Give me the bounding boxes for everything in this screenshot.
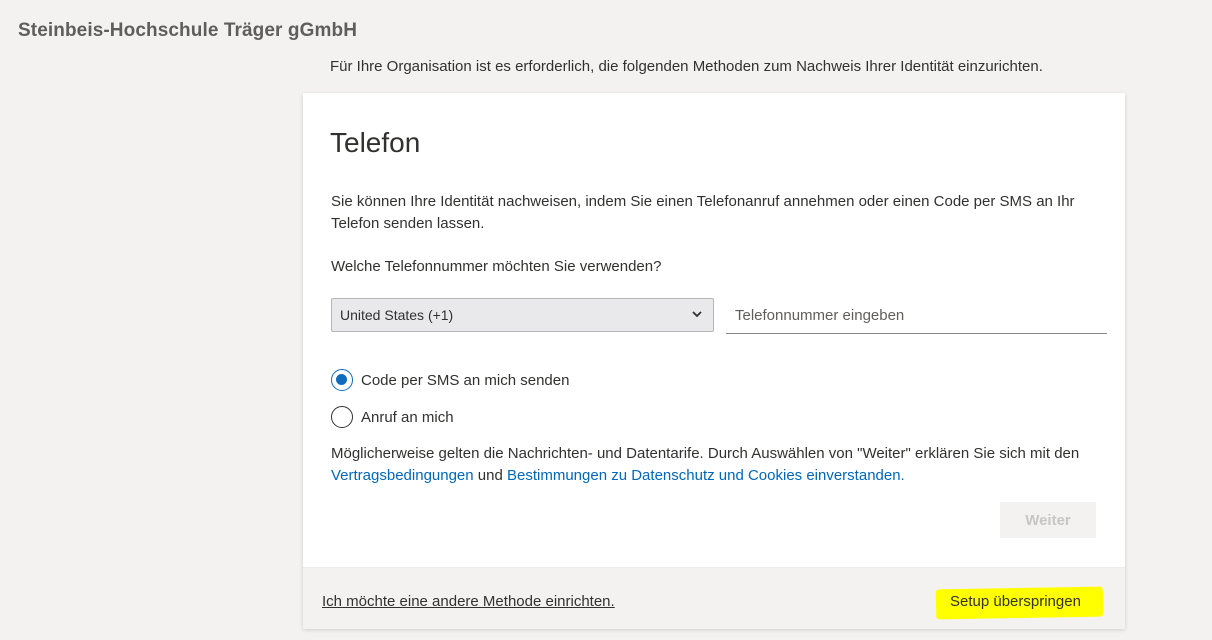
- privacy-link[interactable]: Bestimmungen zu Datenschutz und Cookies …: [507, 467, 905, 484]
- terms-link[interactable]: Vertragsbedingungen: [331, 467, 474, 484]
- intro-text: Für Ihre Organisation ist es erforderlic…: [330, 58, 1043, 75]
- card-body: Telefon Sie können Ihre Identität nachwe…: [303, 93, 1125, 567]
- radio-sms-option[interactable]: Code per SMS an mich senden: [331, 369, 569, 391]
- phone-setup-card: Telefon Sie können Ihre Identität nachwe…: [303, 93, 1125, 629]
- other-method-link[interactable]: Ich möchte eine andere Methode einrichte…: [322, 593, 615, 610]
- legal-middle: und: [473, 467, 507, 484]
- phone-question: Welche Telefonnummer möchten Sie verwend…: [331, 258, 662, 275]
- phone-number-input[interactable]: [726, 298, 1107, 334]
- radio-sms-label: Code per SMS an mich senden: [361, 371, 570, 389]
- country-code-select[interactable]: United States (+1): [331, 298, 714, 332]
- country-code-selected: United States (+1): [340, 307, 454, 323]
- chevron-down-icon: [692, 311, 702, 318]
- top-bar: Steinbeis-Hochschule Träger gGmbH: [0, 0, 1212, 60]
- card-description: Sie können Ihre Identität nachweisen, in…: [331, 193, 1075, 232]
- card-footer: Ich möchte eine andere Methode einrichte…: [303, 567, 1125, 629]
- next-button[interactable]: Weiter: [1000, 502, 1096, 538]
- radio-call-option[interactable]: Anruf an mich: [331, 406, 454, 428]
- radio-call-label: Anruf an mich: [361, 408, 454, 426]
- radio-sms[interactable]: [331, 369, 353, 391]
- legal-notice: Möglicherweise gelten die Nachrichten- u…: [331, 443, 1101, 487]
- organization-name: Steinbeis-Hochschule Träger gGmbH: [18, 20, 358, 41]
- legal-prefix: Möglicherweise gelten die Nachrichten- u…: [331, 445, 1080, 462]
- skip-setup-link[interactable]: Setup überspringen: [950, 593, 1081, 610]
- card-title: Telefon: [330, 127, 421, 158]
- radio-call[interactable]: [331, 406, 353, 428]
